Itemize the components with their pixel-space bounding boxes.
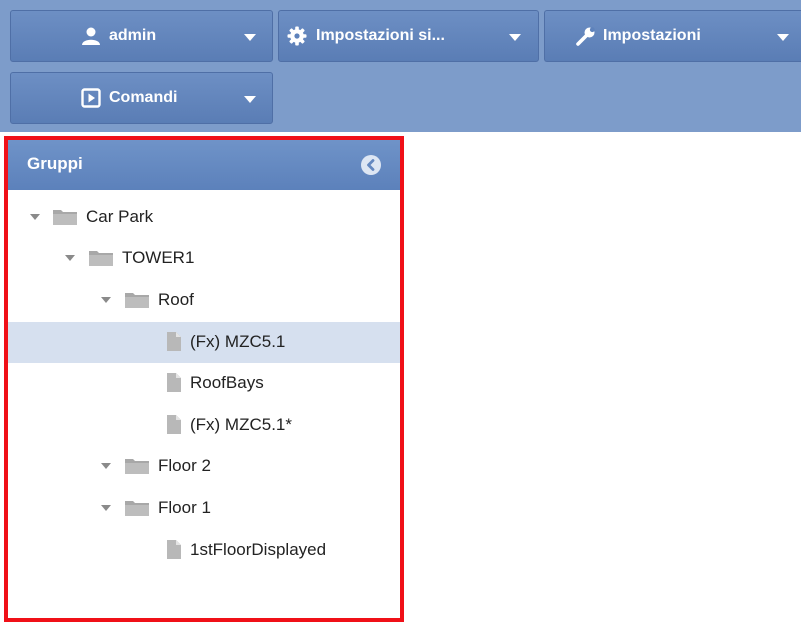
tree-item-label: Floor 2 bbox=[158, 456, 211, 475]
expand-toggle-icon[interactable] bbox=[65, 255, 75, 261]
tree-item-label: Floor 1 bbox=[158, 498, 211, 517]
tree-item-1stfloordisplayed[interactable]: 1stFloorDisplayed bbox=[8, 530, 404, 571]
tree-item-roofbays[interactable]: RoofBays bbox=[8, 363, 404, 404]
file-icon bbox=[167, 540, 181, 559]
user-menu-label: admin bbox=[109, 27, 157, 44]
play-box-icon bbox=[81, 88, 101, 108]
expand-toggle-icon[interactable] bbox=[101, 463, 111, 469]
tree-item-car-park[interactable]: Car Park bbox=[8, 197, 404, 238]
expand-toggle-icon[interactable] bbox=[30, 214, 40, 220]
expand-toggle-icon[interactable] bbox=[101, 297, 111, 303]
folder-icon bbox=[125, 293, 149, 308]
system-settings-menu-button[interactable]: Impostazioni si... bbox=[278, 10, 539, 62]
chevron-down-icon bbox=[777, 34, 789, 41]
folder-icon bbox=[89, 251, 113, 266]
settings-label: Impostazioni bbox=[603, 27, 701, 44]
tree-item-label: Roof bbox=[158, 290, 194, 309]
tree-item-label: Car Park bbox=[86, 207, 154, 226]
file-icon bbox=[167, 332, 181, 351]
chevron-down-icon bbox=[244, 34, 256, 41]
panel-title: Gruppi bbox=[27, 154, 83, 173]
user-icon bbox=[82, 27, 100, 45]
tree-item-floor-2[interactable]: Floor 2 bbox=[8, 446, 404, 487]
commands-menu-button[interactable]: Comandi bbox=[10, 72, 273, 124]
settings-menu-button[interactable]: Impostazioni bbox=[544, 10, 801, 62]
collapse-panel-button[interactable] bbox=[361, 155, 381, 175]
tree-item-fx-mzc5-1[interactable]: (Fx) MZC5.1 bbox=[8, 322, 404, 363]
tree-item-fx-mzc5-1-star[interactable]: (Fx) MZC5.1* bbox=[8, 405, 404, 446]
system-settings-label: Impostazioni si... bbox=[316, 27, 445, 44]
folder-icon bbox=[125, 459, 149, 474]
chevron-down-icon bbox=[509, 34, 521, 41]
tree-item-label: 1stFloorDisplayed bbox=[190, 540, 327, 559]
folder-icon bbox=[53, 210, 77, 225]
tree-item-label: TOWER1 bbox=[122, 248, 195, 267]
file-icon bbox=[167, 373, 181, 392]
folder-icon bbox=[125, 501, 149, 516]
tree-item-roof[interactable]: Roof bbox=[8, 280, 404, 321]
wrench-icon bbox=[576, 27, 595, 46]
gear-icon bbox=[287, 26, 307, 46]
tree-item-tower1[interactable]: TOWER1 bbox=[8, 238, 404, 279]
commands-label: Comandi bbox=[109, 89, 178, 106]
chevron-down-icon bbox=[244, 96, 256, 103]
chevron-left-circle-icon bbox=[367, 159, 375, 171]
groups-panel-header: Gruppi bbox=[8, 140, 404, 190]
user-menu-button[interactable]: admin bbox=[10, 10, 273, 62]
top-toolbar: admin Impostazioni si... Impostazioni Co… bbox=[0, 0, 801, 132]
tree-item-label: (Fx) MZC5.1* bbox=[190, 415, 292, 434]
tree-item-label: (Fx) MZC5.1 bbox=[190, 332, 286, 351]
tree-item-floor-1[interactable]: Floor 1 bbox=[8, 488, 404, 529]
file-icon bbox=[167, 415, 181, 434]
expand-toggle-icon[interactable] bbox=[101, 505, 111, 511]
tree-item-label: RoofBays bbox=[190, 373, 264, 392]
